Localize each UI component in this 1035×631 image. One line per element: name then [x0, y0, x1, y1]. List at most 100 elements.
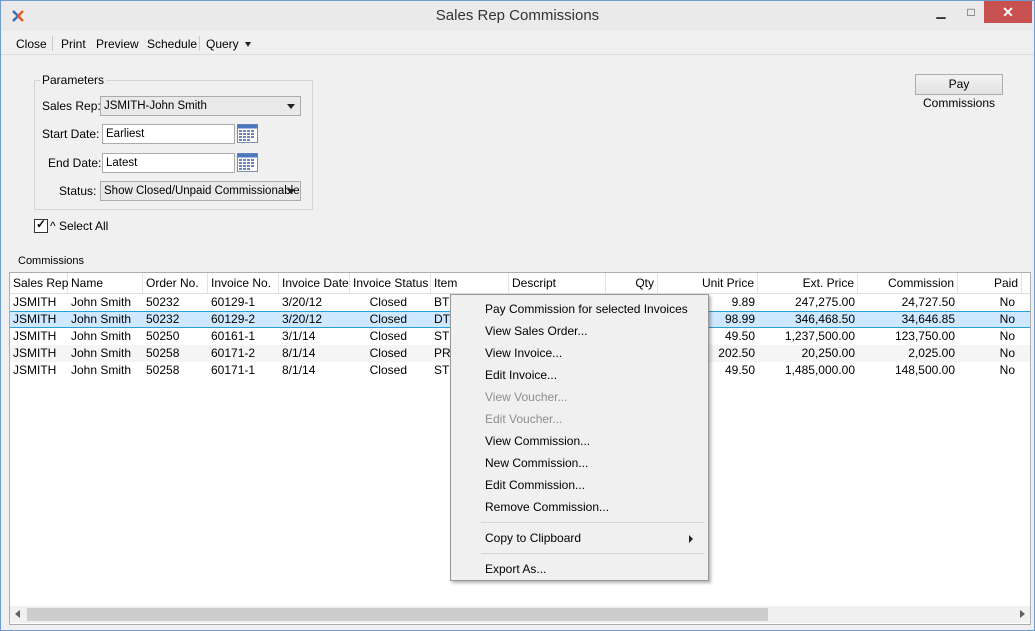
minimize-button[interactable]: ▁ [926, 1, 956, 23]
column-header-invoice-status[interactable]: Invoice Status [350, 273, 431, 293]
cell-ext-price: 346,468.50 [794, 312, 855, 326]
close-button[interactable]: Close [16, 37, 47, 51]
status-value: Show Closed/Unpaid Commissionable [104, 185, 300, 197]
cell-commission: 123,750.00 [894, 329, 955, 343]
commissions-label: Commissions [18, 255, 85, 267]
app-window: Sales Rep Commissions ▁ □ ✕ Close Print … [0, 0, 1035, 631]
pay-commissions-button[interactable]: Pay Commissions [915, 74, 1003, 110]
cell-commission: 2,025.00 [908, 346, 955, 360]
cell-sales-rep: JSMITH [13, 329, 57, 343]
column-header-invoice-date[interactable]: Invoice Date [279, 273, 350, 293]
menu-item-edit-invoice[interactable]: Edit Invoice... [485, 368, 557, 382]
cell-paid: No [999, 312, 1015, 326]
parameters-legend: Parameters [40, 73, 107, 87]
cell-invoice-date: 3/20/12 [282, 312, 323, 326]
column-header-sales-rep[interactable]: Sales Rep [10, 273, 68, 293]
sales-rep-value: JSMITH-John Smith [104, 100, 207, 112]
horizontal-scrollbar[interactable] [10, 606, 1030, 623]
column-header-item[interactable]: Item [431, 273, 509, 293]
table-header: Sales Rep Name Order No. Invoice No. Inv… [10, 273, 1030, 294]
cell-invoice-no: 60171-2 [211, 346, 256, 360]
close-window-button[interactable]: ✕ [984, 1, 1032, 23]
query-label: Query [206, 37, 239, 51]
toolbar-divider [52, 36, 53, 51]
maximize-button[interactable]: □ [956, 1, 986, 23]
menu-item-edit-commission[interactable]: Edit Commission... [485, 478, 585, 492]
cell-invoice-no: 60161-1 [211, 329, 256, 343]
scroll-right-icon[interactable] [1020, 610, 1025, 618]
cell-paid: No [999, 346, 1015, 360]
scroll-left-icon[interactable] [15, 610, 20, 618]
scrollbar-thumb[interactable] [27, 608, 768, 621]
context-menu: Pay Commission for selected Invoices Vie… [450, 294, 709, 581]
submenu-arrow-icon [689, 535, 693, 543]
menu-separator [481, 522, 704, 523]
cell-order-no: 50232 [146, 312, 180, 326]
cell-order-no: 50258 [146, 363, 180, 377]
column-header-name[interactable]: Name [68, 273, 143, 293]
cell-invoice-status: Closed [369, 295, 407, 309]
column-header-qty[interactable]: Qty [606, 273, 658, 293]
cell-commission: 34,646.85 [901, 312, 955, 326]
preview-button[interactable]: Preview [96, 37, 139, 51]
start-date-label: Start Date: [42, 127, 100, 141]
cell-invoice-status: Closed [369, 346, 407, 360]
calendar-icon[interactable] [237, 124, 258, 143]
cell-order-no: 50232 [146, 295, 180, 309]
menu-item-view-invoice[interactable]: View Invoice... [485, 346, 562, 360]
cell-invoice-status: Closed [369, 312, 407, 326]
column-header-commission[interactable]: Commission [858, 273, 958, 293]
menu-item-export-as[interactable]: Export As... [485, 562, 546, 576]
calendar-icon[interactable] [237, 153, 258, 172]
cell-paid: No [999, 295, 1015, 309]
checkmark-icon: ✓ [36, 217, 47, 231]
cell-sales-rep: JSMITH [13, 312, 57, 326]
cell-name: John Smith [71, 363, 132, 377]
end-date-label: End Date: [48, 156, 102, 170]
toolbar: Close Print Preview Schedule Query [1, 32, 1034, 55]
end-date-value: Latest [106, 157, 138, 169]
select-all-checkbox[interactable]: ✓ [34, 217, 48, 233]
menu-item-edit-voucher: Edit Voucher... [485, 412, 563, 426]
cell-ext-price: 247,275.00 [794, 295, 855, 309]
cell-name: John Smith [71, 346, 132, 360]
menu-item-copy-to-clipboard[interactable]: Copy to Clipboard [485, 531, 581, 545]
cell-invoice-date: 3/1/14 [282, 329, 316, 343]
start-date-field[interactable]: Earliest [102, 124, 235, 144]
column-header-unit-price[interactable]: Unit Price [658, 273, 758, 293]
toolbar-divider [199, 36, 200, 51]
cell-invoice-no: 60171-1 [211, 363, 256, 377]
column-header-paid[interactable]: Paid [958, 273, 1022, 293]
cell-ext-price: 20,250.00 [801, 346, 855, 360]
menu-item-new-commission[interactable]: New Commission... [485, 456, 588, 470]
schedule-button[interactable]: Schedule [147, 37, 197, 51]
cell-sales-rep: JSMITH [13, 363, 57, 377]
cell-name: John Smith [71, 329, 132, 343]
cell-invoice-date: 8/1/14 [282, 363, 316, 377]
menu-item-view-commission[interactable]: View Commission... [485, 434, 590, 448]
cell-order-no: 50250 [146, 329, 180, 343]
cell-sales-rep: JSMITH [13, 346, 57, 360]
menu-item-view-voucher: View Voucher... [485, 390, 568, 404]
column-header-ext-price[interactable]: Ext. Price [758, 273, 858, 293]
title-bar[interactable]: Sales Rep Commissions ▁ □ ✕ [1, 1, 1034, 31]
menu-item-remove-commission[interactable]: Remove Commission... [485, 500, 609, 514]
sales-rep-combobox[interactable]: JSMITH-John Smith [100, 96, 301, 116]
column-header-order-no[interactable]: Order No. [143, 273, 208, 293]
dropdown-arrow-icon [287, 189, 295, 194]
cell-name: John Smith [71, 312, 132, 326]
column-header-invoice-no[interactable]: Invoice No. [208, 273, 279, 293]
cell-invoice-no: 60129-2 [211, 312, 256, 326]
status-combobox[interactable]: Show Closed/Unpaid Commissionable [100, 181, 301, 201]
end-date-field[interactable]: Latest [102, 153, 235, 173]
query-menu[interactable]: Query [206, 37, 252, 51]
menu-item-pay-commission[interactable]: Pay Commission for selected Invoices [485, 302, 688, 316]
sales-rep-label: Sales Rep: [42, 99, 101, 113]
cell-paid: No [999, 329, 1015, 343]
cell-commission: 24,727.50 [901, 295, 955, 309]
column-header-descript[interactable]: Descript [509, 273, 606, 293]
menu-item-view-sales-order[interactable]: View Sales Order... [485, 324, 588, 338]
print-button[interactable]: Print [61, 37, 86, 51]
menu-separator [481, 553, 704, 554]
cell-invoice-date: 3/20/12 [282, 295, 323, 309]
